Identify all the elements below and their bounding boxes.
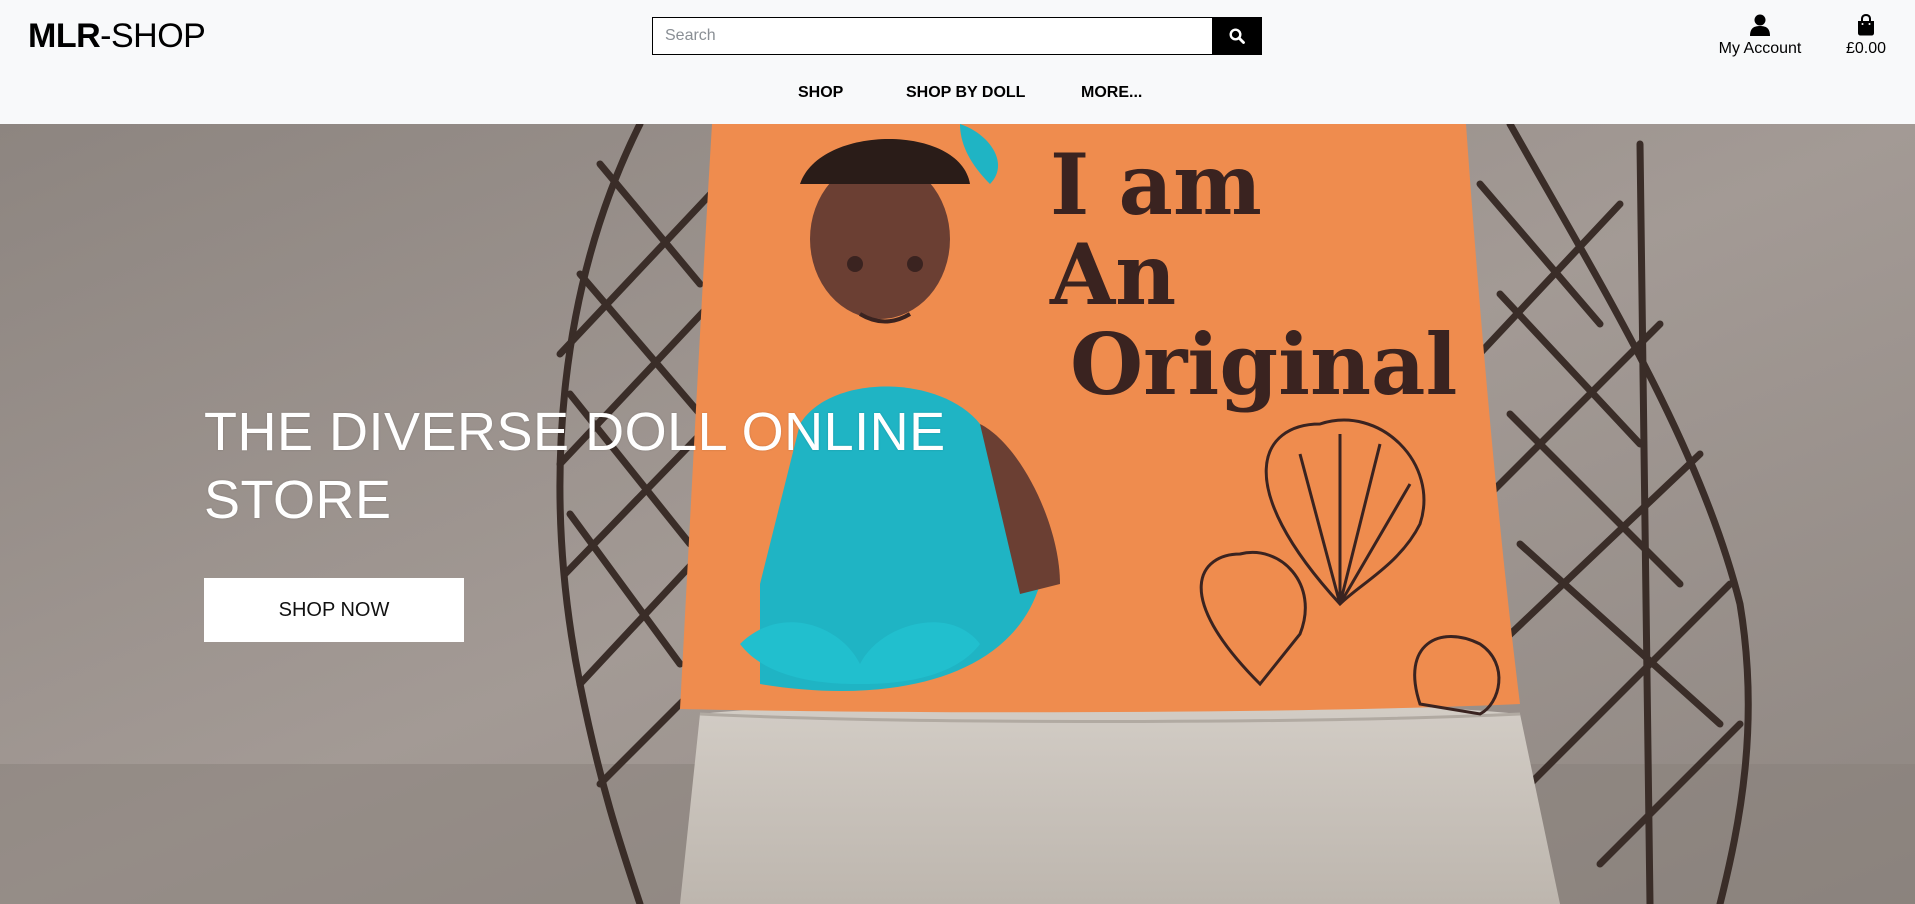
my-account-label: My Account: [1718, 40, 1802, 57]
site-logo[interactable]: MLR-SHOP: [28, 16, 206, 56]
search-icon: [1229, 28, 1245, 44]
hero-banner: I am An Original THE DIVERSE DOLL ONLINE…: [0, 124, 1915, 904]
nav-item-more[interactable]: MORE...: [1081, 84, 1142, 102]
user-icon: [1750, 14, 1770, 36]
logo-rest-text: -SHOP: [100, 17, 206, 55]
nav-item-shop[interactable]: SHOP: [798, 84, 843, 102]
shopping-bag-link[interactable]: £0.00: [1838, 10, 1894, 58]
logo-bold-text: MLR: [28, 17, 101, 55]
bag-total: £0.00: [1845, 40, 1887, 57]
main-nav: SHOP SHOP BY DOLL MORE...: [0, 84, 1915, 108]
hero-title: THE DIVERSE DOLL ONLINE STORE: [204, 402, 946, 530]
pillow-text-2: An: [1049, 225, 1176, 324]
shopping-bag-icon: [1858, 14, 1874, 36]
pillow-text-1: I am: [1050, 135, 1262, 234]
search-input[interactable]: [652, 17, 1212, 55]
site-header: MLR-SHOP My Account £0: [0, 0, 1915, 124]
shop-now-button[interactable]: SHOP NOW: [204, 578, 464, 642]
search-form: [652, 17, 1262, 55]
my-account-link[interactable]: My Account: [1712, 10, 1808, 58]
nav-item-shop-by-doll[interactable]: SHOP BY DOLL: [906, 84, 1025, 102]
pillow-text-3: Original: [1070, 315, 1457, 414]
search-button[interactable]: [1212, 17, 1262, 55]
